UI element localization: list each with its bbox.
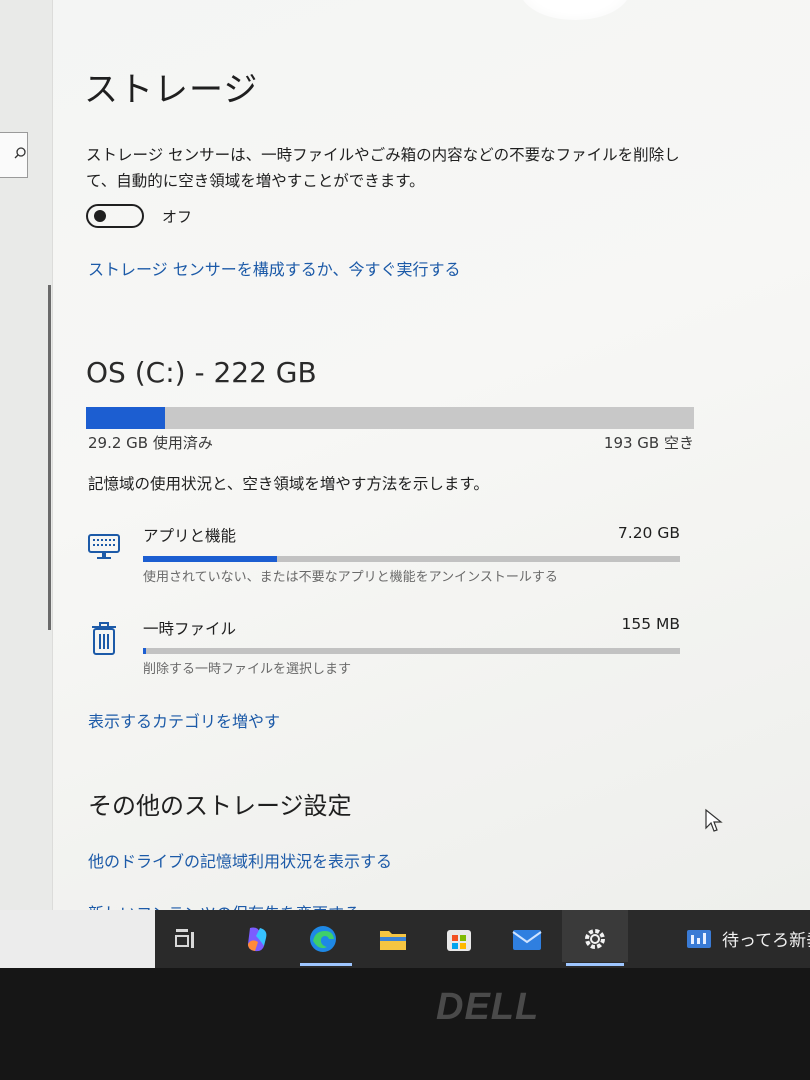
settings-window: ストレージ ストレージ センサーは、一時ファイルやごみ箱の内容などの不要なファイ… bbox=[0, 0, 810, 910]
category-temp-name[interactable]: 一時ファイル bbox=[143, 617, 236, 639]
news-icon[interactable] bbox=[682, 922, 716, 956]
edge-icon[interactable] bbox=[306, 922, 340, 956]
configure-storage-sense-link[interactable]: ストレージ センサーを構成するか、今すぐ実行する bbox=[88, 256, 460, 280]
task-view-icon[interactable] bbox=[168, 922, 202, 956]
drive-title: OS (C:) - 222 GB bbox=[86, 356, 317, 389]
free-space-label: 193 GB 空き bbox=[603, 434, 694, 452]
category-temp-subtext: 削除する一時ファイルを選択します bbox=[143, 662, 352, 677]
laptop-bezel bbox=[0, 968, 810, 1080]
show-more-categories-link[interactable]: 表示するカテゴリを増やす bbox=[88, 708, 280, 732]
change-save-location-link[interactable]: 新しいコンテンツの保存先を変更する bbox=[88, 900, 360, 910]
file-explorer-icon[interactable] bbox=[376, 922, 410, 956]
keyboard-icon bbox=[88, 534, 120, 559]
mail-icon[interactable] bbox=[510, 922, 544, 956]
category-apps-subtext: 使用されていない、または不要なアプリと機能をアンインストールする bbox=[143, 570, 558, 585]
copilot-icon[interactable] bbox=[240, 922, 274, 956]
category-apps-name[interactable]: アプリと機能 bbox=[143, 524, 236, 546]
dell-logo: DELL bbox=[436, 986, 540, 1028]
mouse-cursor-icon bbox=[705, 808, 723, 832]
taskbar-left-area bbox=[0, 910, 155, 968]
trash-icon bbox=[92, 622, 116, 655]
category-apps-bar bbox=[143, 556, 680, 562]
toggle-knob bbox=[94, 210, 106, 222]
settings-active-underline bbox=[566, 963, 624, 966]
category-temp-size: 155 MB bbox=[621, 615, 680, 633]
usage-description: 記憶域の使用状況と、空き領域を増やす方法を示します。 bbox=[88, 475, 489, 493]
other-storage-settings-title: その他のストレージ設定 bbox=[88, 792, 352, 820]
drive-usage-bar bbox=[86, 407, 694, 429]
category-temp-bar bbox=[143, 648, 680, 654]
news-widget-text[interactable]: 待ってろ新垂 bbox=[722, 926, 810, 951]
store-icon[interactable] bbox=[442, 922, 476, 956]
used-space-label: 29.2 GB 使用済み bbox=[88, 434, 213, 452]
drive-usage-fill bbox=[86, 407, 166, 429]
search-icon[interactable] bbox=[14, 147, 26, 159]
settings-icon[interactable] bbox=[578, 922, 612, 956]
screen-glare bbox=[520, 0, 630, 20]
category-apps-size: 7.20 GB bbox=[617, 524, 680, 542]
other-drives-usage-link[interactable]: 他のドライブの記憶域利用状況を表示する bbox=[88, 848, 392, 872]
edge-active-underline bbox=[300, 963, 352, 966]
storage-sense-toggle[interactable] bbox=[86, 204, 144, 228]
storage-sense-description: ストレージ センサーは、一時ファイルやごみ箱の内容などの不要なファイルを削除して… bbox=[86, 146, 680, 190]
category-temp-bar-fill bbox=[143, 648, 146, 654]
category-apps-bar-fill bbox=[143, 556, 278, 562]
page-title: ストレージ bbox=[84, 70, 259, 110]
toggle-state-label: オフ bbox=[162, 208, 193, 226]
nav-scroll-indicator bbox=[48, 285, 51, 630]
